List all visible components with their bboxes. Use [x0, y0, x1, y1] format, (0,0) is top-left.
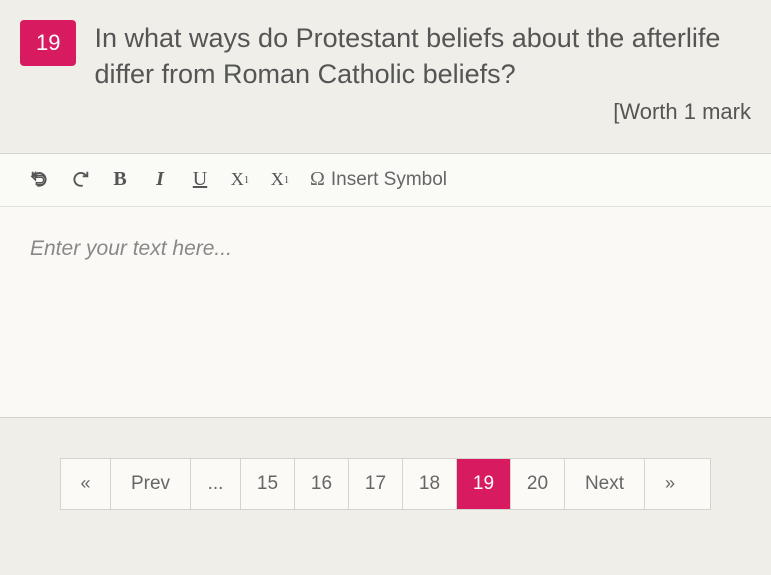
bold-button[interactable]: B [100, 164, 140, 196]
underline-button[interactable]: U [180, 164, 220, 196]
pager-page-19[interactable]: 19 [457, 459, 511, 509]
redo-icon [69, 169, 91, 191]
pager-next-button[interactable]: Next [565, 459, 645, 509]
pager-page-17[interactable]: 17 [349, 459, 403, 509]
pager-page-15[interactable]: 15 [241, 459, 295, 509]
insert-symbol-label: Insert Symbol [331, 169, 447, 191]
question-worth: [Worth 1 mark [94, 99, 751, 125]
subscript-button[interactable]: X1 [220, 164, 260, 196]
undo-icon [29, 169, 51, 191]
pager-first-button[interactable]: « [61, 459, 111, 509]
subscript-sub: 1 [244, 174, 250, 186]
question-number-badge: 19 [20, 20, 76, 66]
pager-page-16[interactable]: 16 [295, 459, 349, 509]
superscript-button[interactable]: X1 [260, 164, 300, 196]
pager-page-18[interactable]: 18 [403, 459, 457, 509]
question-text: In what ways do Protestant beliefs about… [94, 20, 751, 93]
pager-prev-button[interactable]: Prev [111, 459, 191, 509]
pager-page-20[interactable]: 20 [511, 459, 565, 509]
redo-button[interactable] [60, 164, 100, 196]
pager-last-button[interactable]: » [645, 459, 695, 509]
editor-toolbar: B I U X1 X1 Ω Insert Symbol [0, 154, 771, 207]
question-header: 19 In what ways do Protestant beliefs ab… [0, 0, 771, 135]
superscript-sup: 1 [284, 174, 290, 186]
editor-container: B I U X1 X1 Ω Insert Symbol Enter your t… [0, 153, 771, 418]
italic-button[interactable]: I [140, 164, 180, 196]
superscript-base: X [271, 169, 284, 190]
insert-symbol-button[interactable]: Ω Insert Symbol [300, 168, 457, 191]
answer-textarea[interactable]: Enter your text here... [0, 207, 771, 417]
subscript-base: X [231, 169, 244, 190]
undo-button[interactable] [20, 164, 60, 196]
question-pager: « Prev ... 15 16 17 18 19 20 Next » [60, 458, 711, 510]
pager-ellipsis[interactable]: ... [191, 459, 241, 509]
omega-icon: Ω [310, 168, 325, 191]
